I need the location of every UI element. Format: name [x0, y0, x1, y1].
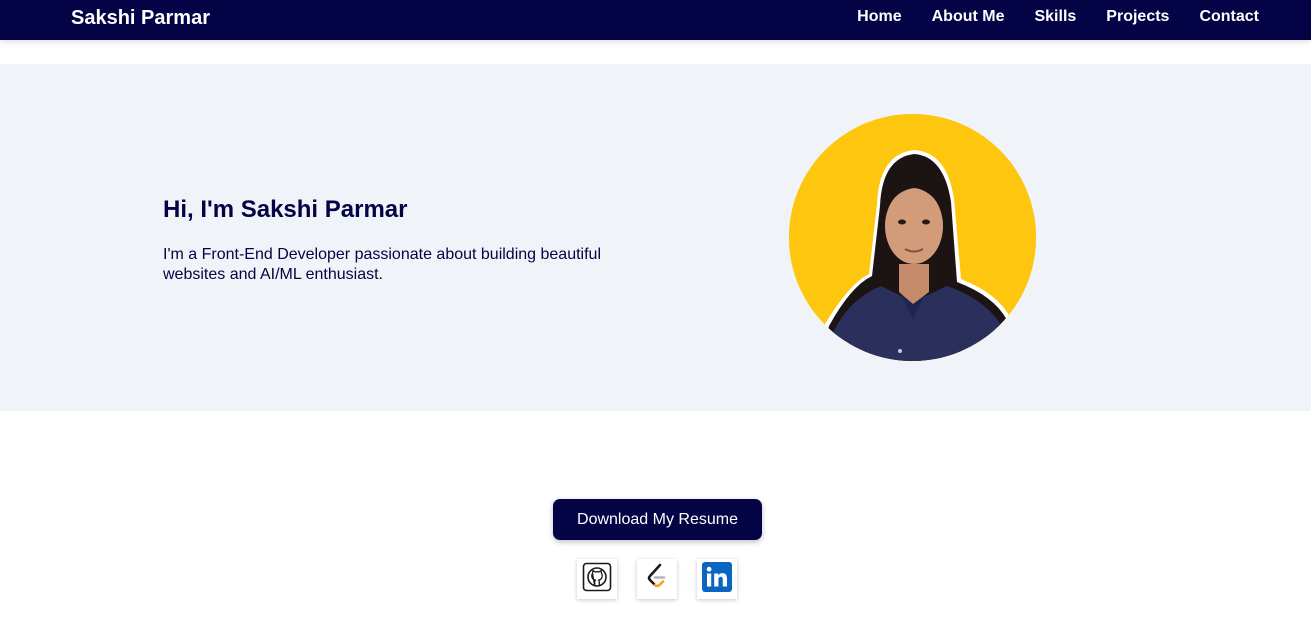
brand-name[interactable]: Sakshi Parmar [71, 7, 210, 29]
github-icon [582, 562, 612, 597]
hero-section: Hi, I'm Sakshi Parmar I'm a Front-End De… [0, 64, 1311, 411]
nav-contact-link[interactable]: Contact [1199, 8, 1259, 26]
social-links [577, 559, 737, 599]
hero-title: Hi, I'm Sakshi Parmar [163, 196, 408, 223]
nav-projects-link[interactable]: Projects [1106, 8, 1169, 26]
github-link[interactable] [577, 559, 617, 599]
leetcode-link[interactable] [637, 559, 677, 599]
profile-photo [789, 114, 1036, 361]
nav-about-link[interactable]: About Me [932, 8, 1005, 26]
linkedin-link[interactable] [697, 559, 737, 599]
nav-skills-link[interactable]: Skills [1034, 8, 1076, 26]
nav-links: Home About Me Skills Projects Contact [857, 8, 1259, 26]
download-resume-button[interactable]: Download My Resume [553, 499, 762, 540]
leetcode-icon [642, 562, 672, 597]
navbar: Sakshi Parmar Home About Me Skills Proje… [0, 0, 1311, 40]
nav-home-link[interactable]: Home [857, 8, 901, 26]
linkedin-icon [702, 561, 732, 597]
hero-description: I'm a Front-End Developer passionate abo… [163, 246, 601, 283]
